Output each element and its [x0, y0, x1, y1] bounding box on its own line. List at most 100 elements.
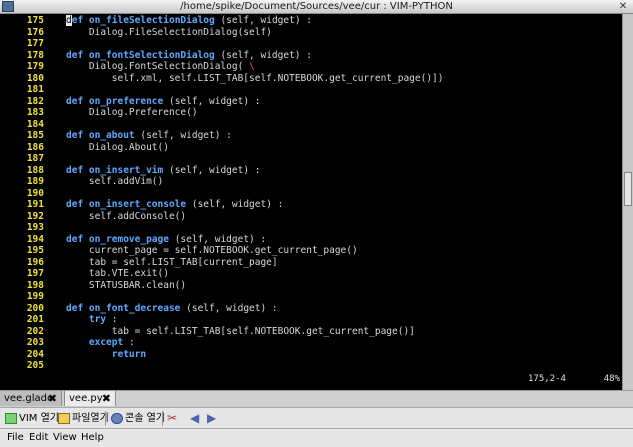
code-editor[interactable]: 175 def on_fileSelectionDialog (self, wid…: [0, 14, 622, 390]
line-number: 192: [26, 210, 44, 222]
code-line: 204 return: [0, 349, 622, 361]
code-token: Dialog.About(): [66, 141, 169, 153]
file-open-button[interactable]: 파일열기: [58, 411, 109, 426]
code-line: 203 except :: [0, 337, 622, 349]
line-number: 186: [26, 141, 44, 153]
code-token: :: [106, 314, 118, 325]
code-token: tab = self.LIST_TAB[self.NOTEBOOK.get_cu…: [66, 325, 415, 337]
code-text: except :: [66, 337, 135, 349]
code-text: self.xml, self.LIST_TAB[self.NOTEBOOK.ge…: [66, 73, 444, 85]
line-number: 179: [26, 61, 44, 72]
code-token: on_about: [88, 130, 135, 141]
code-token: return: [111, 348, 147, 360]
close-tab-icon[interactable]: ✖: [102, 391, 111, 406]
code-line: 186 Dialog.About(): [0, 142, 622, 154]
code-token: on_preference: [88, 95, 164, 107]
cursor-position: 175,2-4: [528, 374, 566, 384]
vim-open-button[interactable]: VIM 열기: [5, 411, 59, 426]
vim-statusline: 175,2-4 48%: [0, 373, 622, 385]
code-token: def: [66, 302, 89, 314]
code-token: try: [88, 314, 107, 325]
code-line: 196 tab = self.LIST_TAB[current_page]: [0, 257, 622, 269]
code-text: def on_insert_vim (self, widget) :: [66, 165, 260, 177]
notebook-tabs: vee.glade ✖ vee.py ✖: [0, 390, 633, 407]
line-number: 187: [26, 153, 44, 164]
menubar: File Edit View Help: [0, 429, 633, 447]
line-number: 202: [26, 325, 44, 337]
line-number: 182: [26, 95, 44, 107]
code-line: 182 def on_preference (self, widget) :: [0, 96, 622, 108]
code-token: \: [249, 61, 255, 72]
scrollbar-thumb[interactable]: [624, 172, 632, 206]
tab-vee-glade[interactable]: vee.glade ✖: [0, 391, 62, 406]
code-token: :: [123, 337, 135, 348]
console-icon: [111, 412, 123, 424]
line-number: 201: [26, 314, 44, 325]
window-titlebar[interactable]: /home/spike/Document/Sources/vee/cur : V…: [0, 0, 633, 14]
tools-icon[interactable]: ✂: [167, 410, 177, 426]
menu-file[interactable]: File: [7, 431, 24, 445]
code-token: def: [66, 164, 89, 176]
code-token: ef: [71, 15, 89, 26]
code-text: def on_font_decrease (self, widget) :: [66, 303, 278, 315]
code-token: self.addVim(): [66, 176, 164, 187]
code-token: tab = self.LIST_TAB[current_page]: [66, 256, 278, 268]
code-text: current_page = self.NOTEBOOK.get_current…: [66, 245, 358, 257]
vertical-scrollbar[interactable]: [622, 14, 633, 390]
toolbar-separator: [162, 411, 163, 426]
code-text: def on_fileSelectionDialog (self, widget…: [66, 15, 312, 27]
code-token: (self, widget) :: [214, 15, 312, 26]
line-number: 203: [26, 337, 44, 348]
line-number: 175: [26, 15, 44, 26]
code-line: 193: [0, 222, 622, 234]
code-token: (self, widget) :: [186, 199, 284, 210]
code-token: def: [66, 95, 89, 107]
code-text: def on_about (self, widget) :: [66, 130, 232, 142]
close-tab-icon[interactable]: ✖: [48, 391, 57, 406]
code-token: def: [66, 233, 89, 245]
code-token: on_fontSelectionDialog: [88, 49, 215, 61]
code-token: Dialog.FontSelectionDialog(: [66, 61, 250, 72]
tab-vee-py[interactable]: vee.py ✖: [64, 391, 116, 406]
code-line: 202 tab = self.LIST_TAB[self.NOTEBOOK.ge…: [0, 326, 622, 338]
tab-label: vee.py: [69, 393, 103, 404]
line-number: 198: [26, 279, 44, 291]
window-close-button[interactable]: ✕: [616, 1, 630, 12]
code-text: try :: [66, 314, 118, 326]
code-text: STATUSBAR.clean(): [66, 280, 186, 292]
line-number: 189: [26, 176, 44, 187]
code-token: self.addConsole(): [66, 210, 187, 222]
code-line: 191 def on_insert_console (self, widget) …: [0, 199, 622, 211]
code-token: on_font_decrease: [88, 302, 181, 314]
code-text: Dialog.FontSelectionDialog( \: [66, 61, 255, 73]
code-line: 200 def on_font_decrease (self, widget) :: [0, 303, 622, 315]
code-line: 199: [0, 291, 622, 303]
toolbar: VIM 열기 파일열기 콘솔 열기 ✂ ◀ ▶: [0, 407, 633, 429]
code-line: 175 def on_fileSelectionDialog (self, wid…: [0, 15, 622, 27]
next-tab-icon[interactable]: ▶: [207, 410, 216, 426]
line-number: 194: [26, 233, 44, 245]
code-text: def on_remove_page (self, widget) :: [66, 234, 266, 246]
code-line: 188 def on_insert_vim (self, widget) :: [0, 165, 622, 177]
code-line: 179 Dialog.FontSelectionDialog( \: [0, 61, 622, 73]
code-token: (self, widget) :: [168, 233, 267, 245]
code-line: 178 def on_fontSelectionDialog (self, wid…: [0, 50, 622, 62]
code-line: 197 tab.VTE.exit(): [0, 268, 622, 280]
line-number: 181: [26, 84, 44, 95]
code-token: on_fileSelectionDialog: [88, 15, 215, 26]
menu-view[interactable]: View: [53, 431, 77, 445]
line-number: 196: [26, 256, 44, 268]
line-number: 185: [26, 130, 44, 141]
code-lines: 175 def on_fileSelectionDialog (self, wid…: [0, 15, 622, 372]
code-token: def: [66, 199, 89, 210]
code-line: 190: [0, 188, 622, 200]
menu-edit[interactable]: Edit: [29, 431, 48, 445]
code-token: except: [88, 337, 124, 348]
menu-help[interactable]: Help: [81, 431, 104, 445]
previous-tab-icon[interactable]: ◀: [190, 410, 199, 426]
console-open-label: 콘솔 열기: [125, 413, 165, 424]
code-line: 189 self.addVim(): [0, 176, 622, 188]
console-open-button[interactable]: 콘솔 열기: [111, 411, 165, 426]
